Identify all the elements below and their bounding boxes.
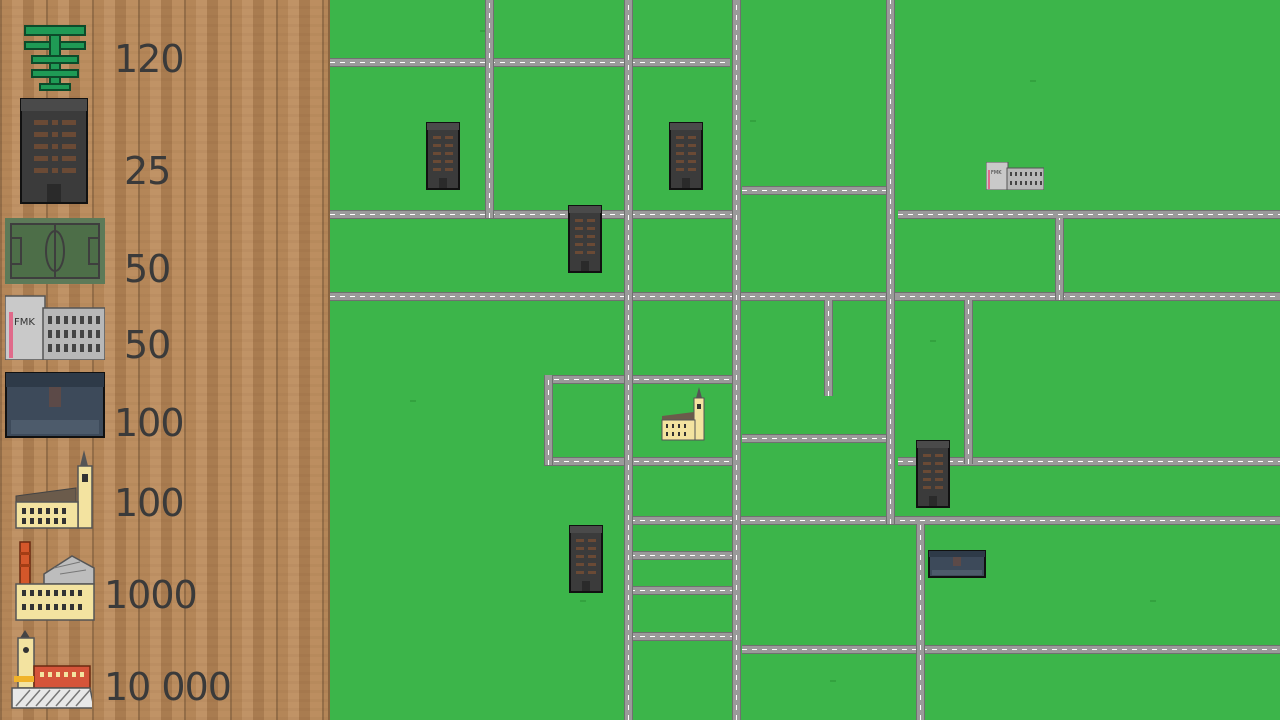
city-map[interactable]: FMK: [330, 0, 1280, 720]
price-apartment: 25: [124, 149, 171, 193]
road: [630, 551, 734, 560]
currency-display: 120: [0, 0, 320, 100]
road: [886, 0, 895, 524]
road: [330, 292, 1280, 301]
university-sign: FMK: [991, 170, 1002, 176]
road: [630, 516, 1280, 525]
road: [624, 0, 633, 720]
road: [732, 0, 741, 720]
price-church: 100: [114, 481, 185, 525]
road: [630, 586, 734, 595]
price-town-hall: 10 000: [104, 665, 232, 709]
currency-amount: 120: [114, 37, 185, 81]
road: [1055, 218, 1064, 300]
road: [485, 0, 494, 218]
apartment-building[interactable]: [426, 122, 460, 190]
stadium-icon: [5, 218, 105, 284]
shop-item-church[interactable]: 100: [0, 448, 320, 532]
shop-item-stadium[interactable]: 50: [0, 218, 320, 288]
grass-tuft: [930, 340, 936, 342]
apartment-building[interactable]: [916, 440, 950, 508]
apartment-building[interactable]: [569, 525, 603, 593]
road: [544, 457, 734, 466]
shop-sidebar: 120 25 50 FMK 50 100 100 1000 10 000: [0, 0, 330, 720]
road: [742, 434, 888, 443]
grass-tuft: [580, 600, 586, 602]
road: [330, 58, 730, 67]
svg-text:FMK: FMK: [14, 317, 35, 328]
apartment-building[interactable]: [568, 205, 602, 273]
factory-icon: [15, 541, 95, 621]
road: [544, 375, 734, 384]
price-stadium: 50: [124, 247, 171, 291]
shop-item-town-hall[interactable]: 10 000: [0, 628, 320, 712]
warehouse-icon: [5, 372, 105, 438]
road: [964, 300, 973, 464]
shop-item-warehouse[interactable]: 100: [0, 372, 320, 442]
grass-tuft: [1030, 80, 1036, 82]
road: [630, 632, 734, 641]
road: [916, 524, 925, 720]
university-icon: FMK: [5, 295, 105, 360]
church-icon: [15, 450, 93, 529]
grass-tuft: [750, 120, 756, 122]
road: [898, 210, 1280, 219]
apartment-building[interactable]: [669, 122, 703, 190]
grass-tuft: [1150, 600, 1156, 602]
apartment-icon: [20, 98, 88, 204]
tenge-icon: [24, 25, 86, 91]
shop-item-university[interactable]: FMK 50: [0, 294, 320, 364]
town-hall-icon: [11, 630, 92, 709]
price-factory: 1000: [104, 573, 198, 617]
price-warehouse: 100: [114, 401, 185, 445]
church-building[interactable]: [661, 386, 707, 442]
grass-tuft: [410, 400, 416, 402]
road: [330, 210, 738, 219]
price-university: 50: [124, 323, 171, 367]
road: [544, 375, 553, 465]
shop-item-factory[interactable]: 1000: [0, 540, 320, 624]
road: [742, 186, 888, 195]
warehouse-building[interactable]: [928, 550, 986, 578]
shop-item-apartment[interactable]: 25: [0, 98, 320, 208]
university-building[interactable]: FMK: [986, 162, 1044, 190]
road: [742, 645, 1280, 654]
road: [824, 300, 833, 396]
grass-tuft: [830, 680, 836, 682]
road: [898, 457, 1280, 466]
